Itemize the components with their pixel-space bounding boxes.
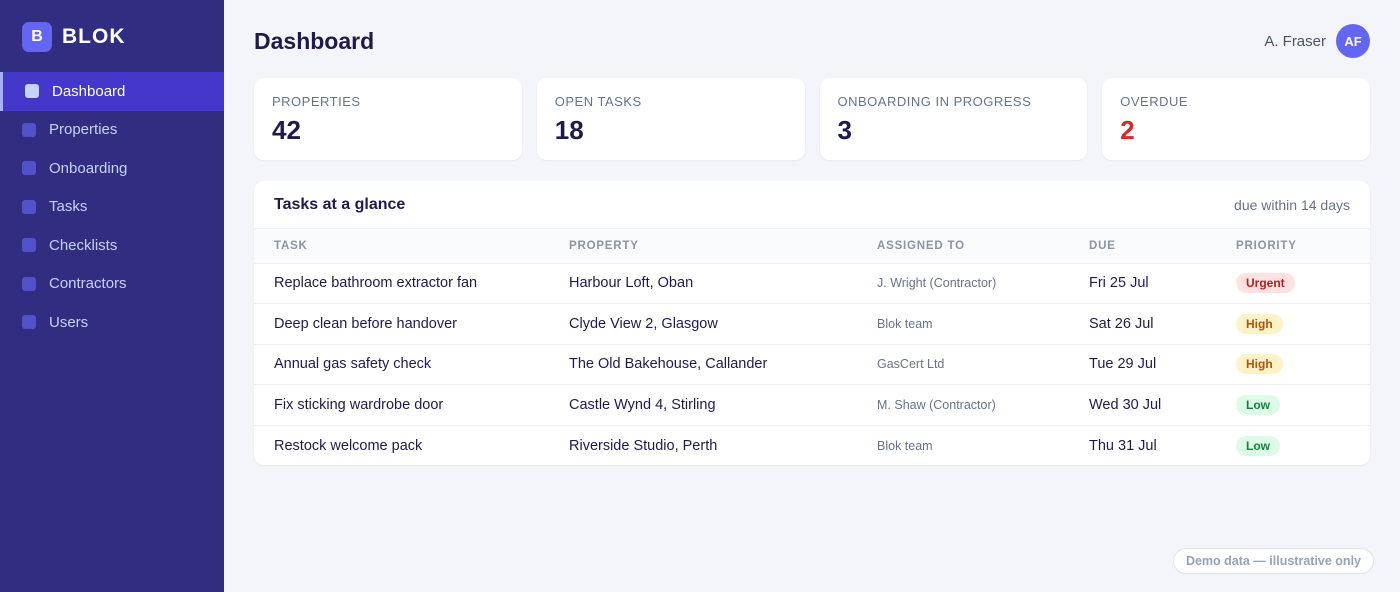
- stat-label: PROPERTIES: [272, 94, 361, 109]
- sidebar-nav: Dashboard Properties Onboarding Tasks Ch…: [0, 72, 224, 342]
- sidebar: B BLOK Dashboard Properties Onboarding T…: [0, 0, 224, 592]
- priority-cell: Urgent: [1236, 263, 1370, 304]
- property-cell: Castle Wynd 4, Stirling: [569, 384, 877, 426]
- property-cell: Harbour Loft, Oban: [569, 263, 877, 304]
- assigned-cell: M. Shaw (Contractor): [877, 384, 1089, 426]
- user-menu[interactable]: A. Fraser AF: [1264, 24, 1370, 58]
- priority-badge: Low: [1236, 435, 1280, 456]
- table-row[interactable]: Deep clean before handover Clyde View 2,…: [254, 303, 1370, 345]
- stats-row: PROPERTIES 42 OPEN TASKS 18 ONBOARDING I…: [254, 78, 1370, 160]
- stat-card-onboarding[interactable]: ONBOARDING IN PROGRESS 3: [819, 78, 1088, 160]
- due-cell: Wed 30 Jul: [1089, 384, 1236, 426]
- stat-value: 2: [1120, 115, 1135, 145]
- panel-subtitle: due within 14 days: [1234, 196, 1350, 213]
- assigned-cell: GasCert Ltd: [877, 344, 1089, 385]
- contractors-icon: [22, 276, 36, 291]
- column-header-task[interactable]: TASK: [254, 229, 569, 264]
- assigned-cell: Blok team: [877, 438, 933, 453]
- priority-cell: High: [1236, 303, 1370, 345]
- table-row[interactable]: Replace bathroom extractor fan Harbour L…: [254, 263, 1370, 304]
- user-name: A. Fraser: [1264, 32, 1326, 50]
- table-row[interactable]: Annual gas safety check The Old Bakehous…: [254, 344, 1370, 385]
- table-row[interactable]: Restock welcome pack Riverside Studio, P…: [254, 425, 1370, 465]
- checklists-icon: [22, 238, 36, 253]
- sidebar-item-label: Dashboard: [52, 82, 126, 100]
- dashboard-icon: [25, 84, 39, 99]
- due-cell: Tue 29 Jul: [1089, 344, 1236, 385]
- tasks-icon: [22, 199, 36, 214]
- task-cell: Fix sticking wardrobe door: [254, 384, 569, 426]
- tasks-table: TASK PROPERTY ASSIGNED TO DUE PRIORITY R…: [254, 229, 1370, 465]
- main-content: Dashboard A. Fraser AF PROPERTIES 42 OPE…: [224, 0, 1400, 592]
- property-cell: Clyde View 2, Glasgow: [569, 303, 877, 345]
- users-icon: [22, 315, 36, 330]
- demo-data-note: Demo data — illustrative only: [1172, 548, 1374, 574]
- stat-card-overdue[interactable]: OVERDUE 2: [1102, 78, 1370, 160]
- stat-value: 3: [837, 115, 852, 145]
- panel-title: Tasks at a glance: [274, 195, 406, 213]
- sidebar-item-onboarding[interactable]: Onboarding: [0, 149, 224, 188]
- sidebar-item-dashboard[interactable]: Dashboard: [0, 72, 224, 111]
- sidebar-item-label: Tasks: [49, 198, 88, 216]
- priority-badge: Low: [1236, 394, 1280, 415]
- property-cell: Riverside Studio, Perth: [569, 437, 718, 454]
- sidebar-item-label: Users: [49, 313, 89, 331]
- column-header-property[interactable]: PROPERTY: [569, 229, 877, 264]
- brand[interactable]: B BLOK: [22, 22, 126, 52]
- sidebar-item-label: Onboarding: [49, 159, 128, 177]
- sidebar-item-label: Contractors: [49, 275, 127, 293]
- stat-label: OVERDUE: [1120, 94, 1189, 109]
- avatar[interactable]: AF: [1336, 24, 1370, 58]
- priority-cell: Low: [1236, 384, 1370, 426]
- priority-badge: High: [1236, 354, 1283, 375]
- brand-name: BLOK: [62, 25, 126, 48]
- stat-label: OPEN TASKS: [554, 94, 642, 109]
- onboarding-icon: [22, 161, 36, 176]
- assigned-cell: Blok team: [877, 303, 1089, 345]
- table-row[interactable]: Fix sticking wardrobe door Castle Wynd 4…: [254, 384, 1370, 426]
- sidebar-item-checklists[interactable]: Checklists: [0, 226, 224, 265]
- stat-card-properties[interactable]: PROPERTIES 42: [254, 78, 522, 160]
- priority-badge: Urgent: [1236, 273, 1295, 294]
- priority-badge: High: [1236, 313, 1283, 334]
- sidebar-item-tasks[interactable]: Tasks: [0, 188, 224, 227]
- task-cell: Annual gas safety check: [254, 344, 569, 385]
- column-header-assigned[interactable]: ASSIGNED TO: [877, 229, 1089, 264]
- sidebar-item-properties[interactable]: Properties: [0, 111, 224, 150]
- priority-cell: High: [1236, 344, 1370, 385]
- task-cell: Deep clean before handover: [254, 303, 569, 345]
- tasks-panel: Tasks at a glance due within 14 days TAS…: [254, 181, 1370, 465]
- column-header-priority[interactable]: PRIORITY: [1236, 229, 1370, 264]
- stat-value: 42: [272, 115, 301, 145]
- task-cell: Restock welcome pack: [274, 437, 423, 454]
- due-cell: Thu 31 Jul: [1089, 437, 1157, 454]
- stat-label: ONBOARDING IN PROGRESS: [837, 94, 1032, 109]
- properties-icon: [22, 122, 36, 137]
- panel-header: Tasks at a glance due within 14 days: [254, 181, 1370, 229]
- due-cell: Fri 25 Jul: [1089, 263, 1236, 304]
- task-cell: Replace bathroom extractor fan: [254, 263, 569, 304]
- priority-cell: Low: [1236, 425, 1370, 465]
- stat-value: 18: [554, 115, 584, 145]
- page-title: Dashboard: [254, 28, 375, 54]
- column-header-due[interactable]: DUE: [1089, 229, 1236, 264]
- brand-logo: B: [22, 22, 52, 52]
- stat-card-open-tasks[interactable]: OPEN TASKS 18: [536, 78, 805, 160]
- sidebar-item-users[interactable]: Users: [0, 303, 224, 342]
- table-header-row: TASK PROPERTY ASSIGNED TO DUE PRIORITY: [254, 229, 1370, 264]
- sidebar-item-label: Checklists: [49, 236, 118, 254]
- property-cell: The Old Bakehouse, Callander: [569, 344, 877, 385]
- due-cell: Sat 26 Jul: [1089, 303, 1236, 345]
- sidebar-item-contractors[interactable]: Contractors: [0, 265, 224, 304]
- sidebar-item-label: Properties: [49, 121, 118, 139]
- assigned-cell: J. Wright (Contractor): [877, 263, 1089, 304]
